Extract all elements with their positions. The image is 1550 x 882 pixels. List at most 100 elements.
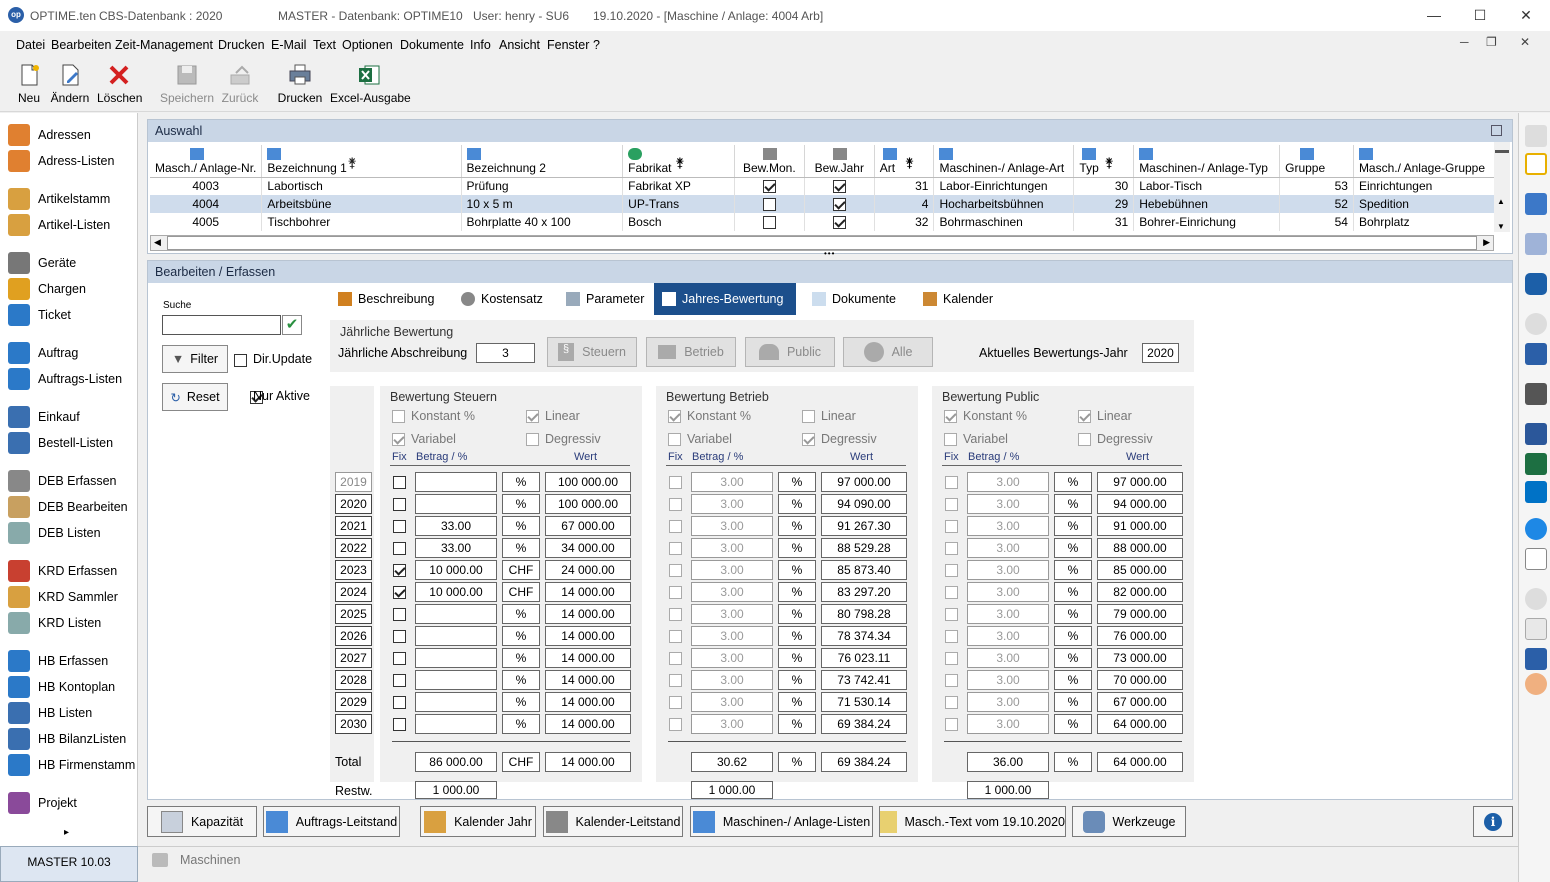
info-button[interactable]: i — [1473, 806, 1513, 837]
betrieb-variabel-checkbox[interactable] — [668, 433, 681, 446]
col-gruppe[interactable]: Gruppe — [1279, 145, 1354, 178]
steuern-linear-checkbox[interactable] — [526, 410, 539, 423]
horizontal-scrollbar[interactable]: ◀ ▶ — [150, 235, 1494, 251]
col-typn[interactable]: Maschinen-/ Anlage-Typ — [1133, 145, 1281, 178]
sidebar-item-deb-erfassen[interactable]: DEB Erfassen — [8, 470, 117, 492]
sidebar-item-hb-erfassen[interactable]: HB Erfassen — [8, 650, 108, 672]
betrieb-fix-checkbox[interactable] — [669, 652, 682, 665]
steuern-betrag-field[interactable] — [415, 472, 497, 492]
steuern-betrag-field[interactable] — [415, 494, 497, 514]
sidebar-item-auftrag[interactable]: Auftrag — [8, 342, 78, 364]
mdi-close-icon[interactable]: ✕ — [1520, 35, 1530, 49]
print-button[interactable]: Drucken — [276, 63, 324, 105]
betrieb-fix-checkbox[interactable] — [669, 586, 682, 599]
tab-parameter[interactable]: Parameter — [558, 283, 652, 315]
sidebar-item-deb-bearbeiten[interactable]: DEB Bearbeiten — [8, 496, 128, 518]
steuern-fix-checkbox[interactable] — [393, 520, 406, 533]
betrieb-linear-checkbox[interactable] — [802, 410, 815, 423]
public-button[interactable]: Public — [745, 337, 835, 367]
reset-button[interactable]: ↻ Reset — [162, 383, 228, 411]
vertical-scrollbar[interactable]: ▲ ▼ — [1494, 142, 1510, 232]
public-fix-checkbox[interactable] — [945, 608, 958, 621]
steuern-betrag-field[interactable] — [415, 648, 497, 668]
archive-icon[interactable] — [1525, 233, 1547, 255]
steuern-betrag-field[interactable] — [415, 604, 497, 624]
menu-bearbeiten[interactable]: Bearbeiten — [51, 38, 111, 52]
mdi-restore-icon[interactable]: ❐ — [1486, 35, 1497, 49]
betrieb-betrag-field[interactable]: 3.00 — [691, 670, 773, 690]
sidebar-item-hb-listen[interactable]: HB Listen — [8, 702, 92, 724]
panel-maximize-icon[interactable] — [1491, 125, 1502, 136]
steuern-fix-checkbox[interactable] — [393, 498, 406, 511]
window-tab-maschinen[interactable]: Maschinen — [152, 853, 240, 867]
excel-side-icon[interactable] — [1525, 453, 1547, 475]
sidebar-item-hb-bilanzlisten[interactable]: HB BilanzListen — [8, 728, 126, 750]
public-betrag-field[interactable]: 3.00 — [967, 494, 1049, 514]
public-restwert-field[interactable]: 1 000.00 — [967, 781, 1049, 799]
cell-checkbox[interactable] — [762, 216, 776, 230]
settings-icon[interactable] — [1525, 588, 1547, 610]
col-grpn[interactable]: Masch./ Anlage-Gruppe — [1353, 145, 1496, 178]
steuern-fix-checkbox[interactable] — [393, 542, 406, 555]
public-fix-checkbox[interactable] — [945, 498, 958, 511]
menu-drucken[interactable]: Drucken — [218, 38, 265, 52]
col-nr[interactable]: Masch./ Anlage-Nr. — [150, 145, 263, 178]
public-fix-checkbox[interactable] — [945, 630, 958, 643]
betrieb-betrag-field[interactable]: 3.00 — [691, 538, 773, 558]
tab-dokumente[interactable]: Dokumente — [804, 283, 904, 315]
steuern-fix-checkbox[interactable] — [393, 674, 406, 687]
word-icon[interactable] — [1525, 423, 1547, 445]
tab-kostensatz[interactable]: Kostensatz — [453, 283, 551, 315]
betrieb-betrag-field[interactable]: 3.00 — [691, 560, 773, 580]
menu-ansicht[interactable]: Ansicht — [499, 38, 540, 52]
sidebar-item-artikelstamm[interactable]: Artikelstamm — [8, 188, 110, 210]
cell-checkbox[interactable] — [832, 198, 846, 212]
betrieb-fix-checkbox[interactable] — [669, 520, 682, 533]
scroll-down-icon[interactable]: ▼ — [1497, 222, 1505, 231]
steuern-fix-checkbox[interactable] — [393, 586, 406, 599]
sidebar-item-krd-sammler[interactable]: KRD Sammler — [8, 586, 118, 608]
sidebar-item-adress-listen[interactable]: Adress-Listen — [8, 150, 114, 172]
tab-kalender[interactable]: Kalender — [915, 283, 1001, 315]
public-betrag-field[interactable]: 3.00 — [967, 472, 1049, 492]
maximize-button[interactable]: ☐ — [1457, 0, 1503, 31]
public-fix-checkbox[interactable] — [945, 564, 958, 577]
sidebar-item-ticket[interactable]: Ticket — [8, 304, 71, 326]
kalender-leitstand-button[interactable]: Kalender-Leitstand — [543, 806, 683, 837]
minimize-button[interactable]: — — [1411, 0, 1457, 31]
public-betrag-field[interactable]: 3.00 — [967, 670, 1049, 690]
steuern-betrag-field[interactable] — [415, 692, 497, 712]
back-button[interactable]: Zurück — [221, 63, 259, 105]
mail-doc-icon[interactable] — [1525, 548, 1547, 570]
tab-beschreibung[interactable]: Beschreibung — [330, 283, 442, 315]
col-bez2[interactable]: Bezeichnung 2 — [461, 145, 624, 178]
menu-zeit-management[interactable]: Zeit-Management — [115, 38, 213, 52]
calculator-icon[interactable] — [1525, 343, 1547, 365]
steuern-fix-checkbox[interactable] — [393, 718, 406, 731]
public-betrag-field[interactable]: 3.00 — [967, 714, 1049, 734]
alle-button[interactable]: Alle — [843, 337, 933, 367]
steuern-fix-checkbox[interactable] — [393, 564, 406, 577]
betrieb-fix-checkbox[interactable] — [669, 674, 682, 687]
menu-info[interactable]: Info — [470, 38, 491, 52]
public-betrag-field[interactable]: 3.00 — [967, 648, 1049, 668]
browser-icon[interactable] — [1525, 518, 1547, 540]
col-bez1[interactable]: ⚵ Bezeichnung 1 — [261, 145, 462, 178]
report-icon[interactable] — [1525, 383, 1547, 405]
sidebar-item-bestell-listen[interactable]: Bestell-Listen — [8, 432, 113, 454]
cell-checkbox[interactable] — [832, 216, 846, 230]
public-betrag-field[interactable]: 3.00 — [967, 604, 1049, 624]
public-degressiv-checkbox[interactable] — [1078, 433, 1091, 446]
sidebar-item-einkauf[interactable]: Einkauf — [8, 406, 80, 428]
maschinen-listen-button[interactable]: Maschinen-/ Anlage-Listen — [690, 806, 873, 837]
steuern-betrag-field[interactable]: 33.00 — [415, 516, 497, 536]
public-fix-checkbox[interactable] — [945, 696, 958, 709]
steuern-degressiv-checkbox[interactable] — [526, 433, 539, 446]
sidebar-more-icon[interactable]: ▸ — [64, 827, 69, 838]
betrieb-betrag-field[interactable]: 3.00 — [691, 494, 773, 514]
scroll-left-icon[interactable]: ◀ — [154, 237, 161, 248]
betrieb-button[interactable]: Betrieb — [646, 337, 736, 367]
dirupdate-checkbox[interactable] — [234, 354, 247, 368]
sidebar-item-chargen[interactable]: Chargen — [8, 278, 86, 300]
public-fix-checkbox[interactable] — [945, 674, 958, 687]
